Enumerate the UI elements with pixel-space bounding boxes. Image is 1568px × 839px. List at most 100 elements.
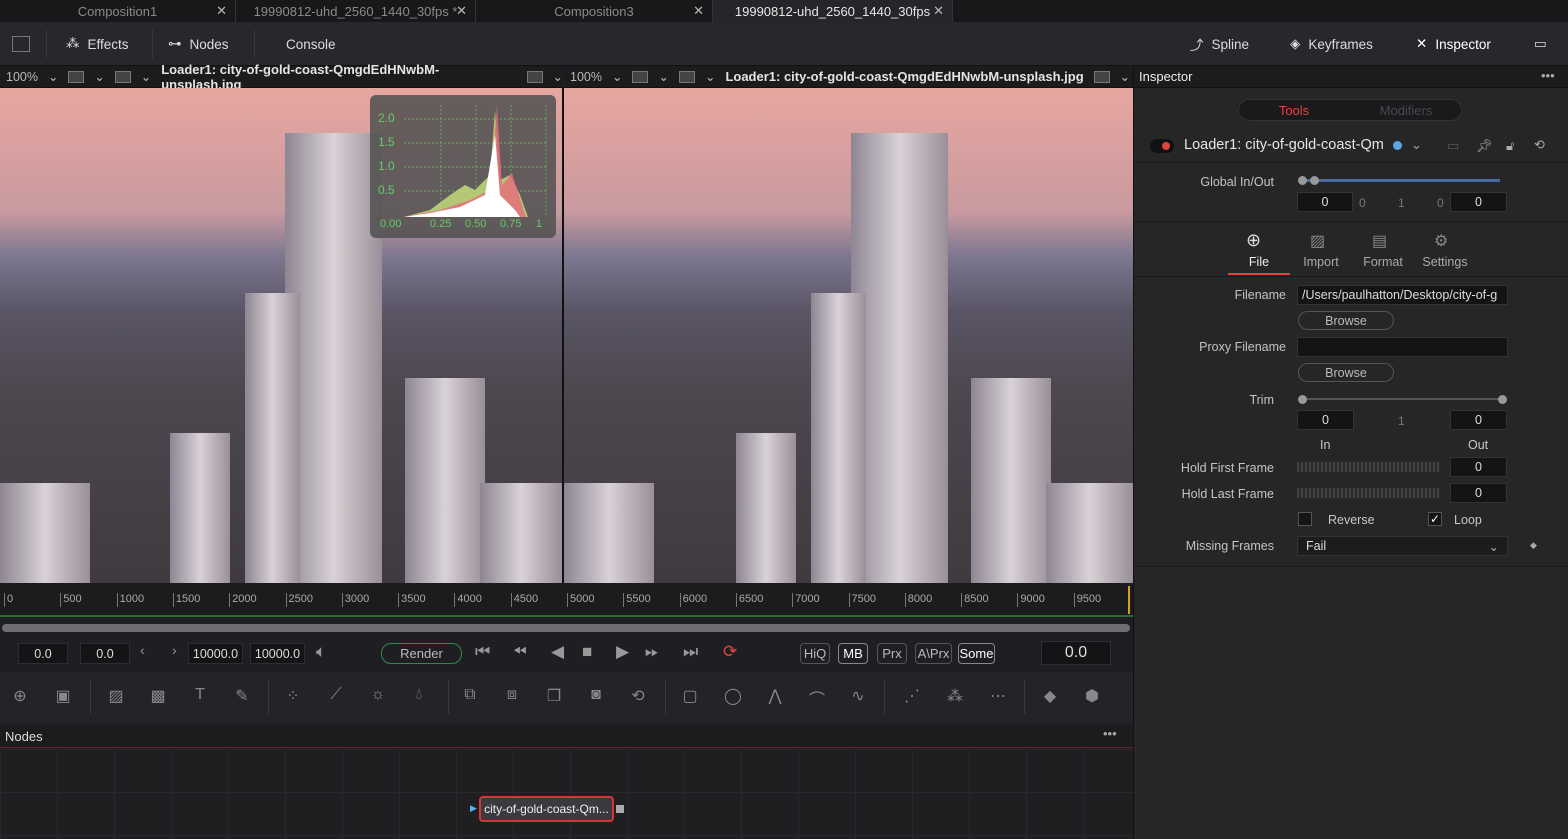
screen-icon[interactable]: ▭ xyxy=(1534,22,1547,66)
workspace-menu-button[interactable] xyxy=(12,22,30,66)
next-icon[interactable]: › xyxy=(172,642,177,658)
spline-mask-tool-icon[interactable]: ∿ xyxy=(847,686,869,708)
trim-slider[interactable] xyxy=(1302,398,1502,400)
proxy-browse-button[interactable]: Browse xyxy=(1298,363,1394,382)
node-editor[interactable]: ▶ city-of-gold-coast-Qm... xyxy=(0,749,1133,839)
channel-icon[interactable] xyxy=(632,70,649,83)
nodes-button[interactable]: ⊶ Nodes xyxy=(168,22,229,66)
brightness-tool-icon[interactable]: ☼ xyxy=(367,686,389,708)
timeline-scrubber[interactable] xyxy=(2,624,1130,632)
filename-input[interactable]: /Users/paulhatton/Desktop/city-of-g xyxy=(1297,285,1508,305)
tool-enable-toggle[interactable] xyxy=(1150,139,1174,153)
render-button[interactable]: Render xyxy=(381,643,462,664)
pin-icon[interactable]: 📌︎ xyxy=(1476,138,1493,154)
fast-forward-icon[interactable]: ⏩︎ xyxy=(645,642,659,662)
browse-button[interactable]: Browse xyxy=(1298,311,1394,330)
spline-button[interactable]: ⤴ Spline xyxy=(1190,22,1249,66)
channel-boolean-tool-icon[interactable]: ⧈ xyxy=(501,686,523,708)
tab[interactable]: Composition1 ✕ xyxy=(0,0,236,22)
close-icon[interactable]: ✕ xyxy=(933,3,944,19)
bspline-tool-icon[interactable]: ⌒ xyxy=(806,686,828,709)
hold-first-slider[interactable] xyxy=(1297,462,1440,472)
transform-tool-icon[interactable]: ⟲ xyxy=(627,686,649,708)
tab-tools[interactable]: Tools xyxy=(1238,103,1350,118)
lut-icon[interactable] xyxy=(1093,70,1110,83)
tab[interactable]: Composition3 ✕ xyxy=(476,0,713,22)
tab[interactable]: 19990812-uhd_2560_1440_30fps * ✕ xyxy=(236,0,476,22)
paint-tool-icon[interactable]: ✎ xyxy=(231,686,253,708)
go-to-end-icon[interactable]: ⏭︎ xyxy=(683,642,698,662)
prx-button[interactable]: Prx xyxy=(877,643,907,664)
ellipse-tool-icon[interactable]: ◯ xyxy=(722,686,744,708)
background-tool-icon[interactable]: ▨ xyxy=(105,686,127,708)
p-emitter-tool-icon[interactable]: ⋰ xyxy=(901,686,923,708)
audio-icon[interactable]: 🔈︎ xyxy=(316,642,326,662)
hold-last-slider[interactable] xyxy=(1297,488,1440,498)
fast-noise-tool-icon[interactable]: ▩ xyxy=(147,686,169,708)
close-icon[interactable]: ✕ xyxy=(693,3,704,19)
subtab-format[interactable]: Format xyxy=(1354,255,1412,269)
curves-tool-icon[interactable]: ⟋ xyxy=(325,686,347,708)
hiq-button[interactable]: HiQ xyxy=(800,643,830,664)
keyframes-button[interactable]: ◈ Keyframes xyxy=(1290,22,1373,66)
roi-icon[interactable] xyxy=(678,70,695,83)
chevron-down-icon[interactable]: ⌄ xyxy=(1411,137,1422,153)
roi-icon[interactable] xyxy=(114,70,131,83)
rewind-icon[interactable]: ⏪︎ xyxy=(513,642,527,662)
subtab-file[interactable]: File xyxy=(1230,255,1288,269)
global-range-slider[interactable] xyxy=(1300,179,1500,182)
close-icon[interactable]: ✕ xyxy=(456,3,467,19)
loader-tool-icon[interactable]: ⊕ xyxy=(9,686,31,708)
reset-icon[interactable]: ⟲ xyxy=(1534,137,1545,153)
tab-modifiers[interactable]: Modifiers xyxy=(1350,103,1462,118)
matte-tool-icon[interactable]: ❐ xyxy=(543,686,565,708)
trim-in-field[interactable]: 0 xyxy=(1297,410,1354,430)
subtab-import[interactable]: Import xyxy=(1292,255,1350,269)
reverse-checkbox[interactable] xyxy=(1298,512,1312,526)
shape3d-tool-icon[interactable]: ◆ xyxy=(1039,686,1061,708)
color-correct-tool-icon[interactable]: 💧︎ xyxy=(408,686,430,708)
trim-out-field[interactable]: 0 xyxy=(1450,410,1507,430)
mb-button[interactable]: MB xyxy=(838,643,868,664)
stop-icon[interactable]: ■ xyxy=(582,642,592,662)
output-port[interactable] xyxy=(616,805,624,813)
rectangle-tool-icon[interactable]: ▢ xyxy=(679,686,701,708)
loader-node[interactable]: city-of-gold-coast-Qm... xyxy=(479,796,614,822)
prev-icon[interactable]: ‹ xyxy=(140,642,145,658)
auto-prx-button[interactable]: A\Prx xyxy=(915,643,952,664)
lut-icon[interactable] xyxy=(526,70,543,83)
viewer-right[interactable] xyxy=(564,88,1133,583)
current-time-field[interactable]: 0.0 xyxy=(1041,641,1111,665)
global-out-field[interactable]: 0 xyxy=(1450,192,1507,212)
version-icon[interactable]: ▭ xyxy=(1447,138,1459,154)
polygon-tool-icon[interactable]: ⋀ xyxy=(764,686,786,708)
subtab-settings[interactable]: Settings xyxy=(1416,255,1474,269)
color-dot[interactable] xyxy=(1393,141,1402,150)
zoom-select[interactable]: 100% xyxy=(6,70,38,84)
close-icon[interactable]: ✕ xyxy=(216,3,227,19)
merge3d-tool-icon[interactable]: ⬢ xyxy=(1081,686,1103,708)
effects-button[interactable]: ⁂ Effects xyxy=(66,22,129,66)
particles-tool-icon[interactable]: ⁘ xyxy=(282,686,304,708)
text-tool-icon[interactable]: T xyxy=(189,686,211,708)
p-merge-tool-icon[interactable]: ⋯ xyxy=(987,686,1009,708)
global-start-field[interactable]: 0.0 xyxy=(18,643,68,664)
missing-frames-select[interactable]: Fail ⌄ xyxy=(1297,536,1508,556)
p-render-tool-icon[interactable]: ⁂ xyxy=(944,686,966,708)
render-start-field[interactable]: 0.0 xyxy=(80,643,130,664)
console-button[interactable]: Console xyxy=(286,22,336,66)
inspector-button[interactable]: ✕ Inspector xyxy=(1416,22,1491,66)
zoom-select[interactable]: 100% xyxy=(570,70,602,84)
tab-active[interactable]: 19990812-uhd_2560_1440_30fps ✕ xyxy=(713,0,953,22)
keyframe-diamond-icon[interactable]: ◆ xyxy=(1530,540,1537,551)
play-reverse-icon[interactable]: ◀ xyxy=(551,642,564,662)
merge-tool-icon[interactable]: ⧉ xyxy=(459,686,481,708)
global-in-field[interactable]: 0 xyxy=(1297,192,1353,212)
hold-last-field[interactable]: 0 xyxy=(1450,483,1507,503)
play-icon[interactable]: ▶ xyxy=(616,642,629,662)
hold-first-field[interactable]: 0 xyxy=(1450,457,1507,477)
go-to-start-icon[interactable]: ⏮︎ xyxy=(475,642,490,662)
more-options-icon[interactable]: ••• xyxy=(1541,68,1555,83)
render-end-field[interactable]: 10000.0 xyxy=(188,643,243,664)
loop-checkbox[interactable]: ✓ xyxy=(1428,512,1442,526)
